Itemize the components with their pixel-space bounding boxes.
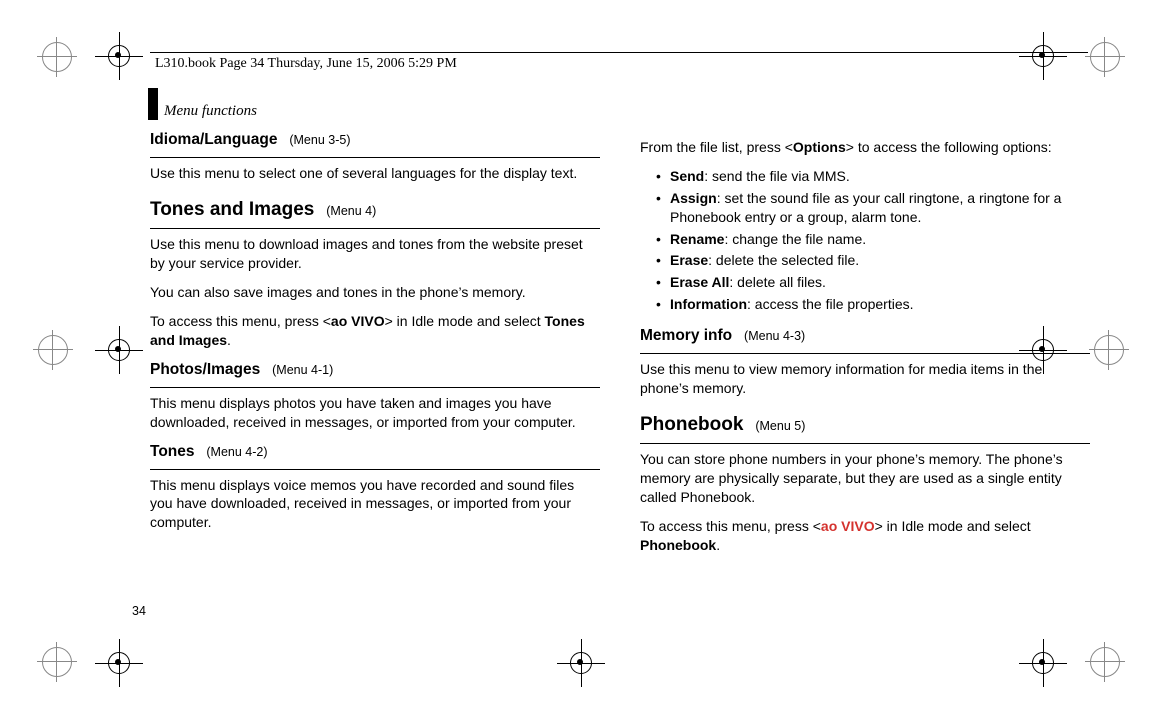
option-name: Send — [670, 168, 704, 184]
option-name: Erase All — [670, 274, 729, 290]
photos-body: This menu displays photos you have taken… — [150, 394, 600, 432]
memory-body: Use this menu to view memory information… — [640, 360, 1090, 398]
reg-mark-tr — [1019, 32, 1067, 80]
heading-photos-ref: (Menu 4-1) — [272, 363, 333, 377]
options-intro: From the file list, press <Options> to a… — [640, 138, 1090, 157]
crop-circle-tr — [1090, 42, 1120, 72]
rule — [150, 157, 600, 158]
option-desc: : send the file via MMS. — [704, 168, 850, 184]
options-list: Send: send the file via MMS. Assign: set… — [640, 167, 1090, 314]
crop-circle-br — [1090, 647, 1120, 677]
option-desc: : delete all files. — [729, 274, 826, 290]
page-number: 34 — [132, 604, 146, 618]
list-item: Information: access the file properties. — [656, 295, 1090, 314]
heading-idioma: Idioma/Language (Menu 3-5) — [150, 130, 600, 151]
reg-mark-br — [1019, 639, 1067, 687]
option-desc: : delete the selected file. — [708, 252, 859, 268]
heading-tones-images-title: Tones and Images — [150, 199, 314, 220]
text: . — [227, 332, 231, 348]
heading-idioma-title: Idioma/Language — [150, 131, 277, 148]
list-item: Assign: set the sound file as your call … — [656, 189, 1090, 227]
rule — [640, 353, 1090, 354]
option-desc: : change the file name. — [724, 231, 866, 247]
list-item: Erase: delete the selected file. — [656, 251, 1090, 270]
text: > in Idle mode and select — [875, 518, 1031, 534]
heading-tones-images-ref: (Menu 4) — [326, 204, 376, 218]
heading-phonebook-ref: (Menu 5) — [755, 419, 805, 433]
option-name: Erase — [670, 252, 708, 268]
text: To access this menu, press < — [150, 313, 331, 329]
option-desc: : set the sound file as your call ringto… — [670, 190, 1061, 225]
reg-mark-tl — [95, 32, 143, 80]
heading-tones-images: Tones and Images (Menu 4) — [150, 197, 600, 223]
crop-circle-bl — [42, 647, 72, 677]
tones-images-p1: Use this menu to download images and ton… — [150, 235, 600, 273]
rule — [150, 228, 600, 229]
heading-memory-ref: (Menu 4-3) — [744, 329, 805, 343]
option-name: Assign — [670, 190, 717, 206]
section-marker-icon — [148, 88, 158, 120]
section-header: Menu functions — [150, 92, 600, 122]
option-name: Information — [670, 296, 747, 312]
menu-name: Phonebook — [640, 537, 716, 553]
softkey-options: Options — [793, 139, 846, 155]
tones-body: This menu displays voice memos you have … — [150, 476, 600, 533]
page-content: Menu functions Idioma/Language (Menu 3-5… — [150, 92, 1090, 565]
rule — [640, 443, 1090, 444]
text: To access this menu, press < — [640, 518, 821, 534]
heading-memory-title: Memory info — [640, 327, 732, 344]
option-desc: : access the file properties. — [747, 296, 914, 312]
heading-tones-title: Tones — [150, 443, 195, 460]
phonebook-p2: To access this menu, press <ao VIVO> in … — [640, 517, 1090, 555]
reg-mark-bc — [557, 639, 605, 687]
left-column: Menu functions Idioma/Language (Menu 3-5… — [150, 92, 600, 565]
reg-mark-ml — [95, 326, 143, 374]
heading-phonebook-title: Phonebook — [640, 414, 743, 435]
heading-memory: Memory info (Menu 4-3) — [640, 326, 1090, 347]
option-name: Rename — [670, 231, 724, 247]
text: From the file list, press < — [640, 139, 793, 155]
right-column: From the file list, press <Options> to a… — [640, 92, 1090, 565]
text: > to access the following options: — [846, 139, 1052, 155]
phonebook-p1: You can store phone numbers in your phon… — [640, 450, 1090, 507]
heading-tones-ref: (Menu 4-2) — [206, 445, 267, 459]
text: > in Idle mode and select — [385, 313, 545, 329]
reg-mark-bl — [95, 639, 143, 687]
list-item: Rename: change the file name. — [656, 230, 1090, 249]
softkey-ao-vivo: ao VIVO — [331, 313, 385, 329]
crop-circle-mr — [1094, 335, 1124, 365]
heading-photos: Photos/Images (Menu 4-1) — [150, 360, 600, 381]
softkey-ao-vivo: ao VIVO — [821, 518, 875, 534]
tones-images-p3: To access this menu, press <ao VIVO> in … — [150, 312, 600, 350]
heading-photos-title: Photos/Images — [150, 361, 260, 378]
list-item: Erase All: delete all files. — [656, 273, 1090, 292]
tones-images-p2: You can also save images and tones in th… — [150, 283, 600, 302]
heading-idioma-ref: (Menu 3-5) — [289, 133, 350, 147]
page-header: L310.book Page 34 Thursday, June 15, 200… — [155, 56, 457, 72]
list-item: Send: send the file via MMS. — [656, 167, 1090, 186]
heading-tones: Tones (Menu 4-2) — [150, 442, 600, 463]
rule — [150, 469, 600, 470]
text: . — [716, 537, 720, 553]
heading-phonebook: Phonebook (Menu 5) — [640, 412, 1090, 438]
idioma-body: Use this menu to select one of several l… — [150, 164, 600, 183]
header-rule — [150, 52, 1088, 53]
crop-circle-ml — [38, 335, 68, 365]
rule — [150, 387, 600, 388]
section-label: Menu functions — [164, 101, 257, 121]
crop-circle-tl — [42, 42, 72, 72]
